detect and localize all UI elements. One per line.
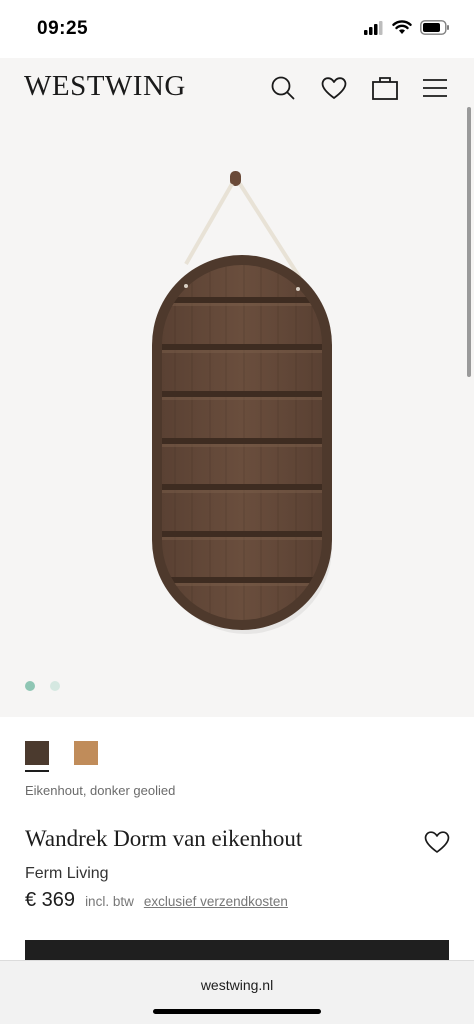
variant-label: Eikenhout, donker geolied <box>25 783 176 798</box>
wishlist-heart-icon[interactable] <box>423 829 451 855</box>
site-header: WESTWING <box>0 58 474 120</box>
gallery-dot-active[interactable] <box>25 681 35 691</box>
vat-note: incl. btw <box>85 894 134 909</box>
price: € 369 <box>25 889 76 911</box>
browser-address-bar[interactable]: westwing.nl <box>0 960 474 1024</box>
price-row: € 369 incl. btw exclusief verzendkosten <box>25 889 288 912</box>
gallery-pagination <box>25 681 60 691</box>
page-scrollbar[interactable] <box>467 107 471 377</box>
wifi-icon <box>392 20 412 34</box>
westwing-logo[interactable]: WESTWING <box>24 70 186 103</box>
gallery-dot[interactable] <box>50 681 60 691</box>
brand-name[interactable]: Ferm Living <box>25 865 109 883</box>
status-time: 09:25 <box>37 18 89 39</box>
selected-swatch-indicator <box>25 770 49 772</box>
heart-icon[interactable] <box>320 74 348 102</box>
bag-icon[interactable] <box>371 74 399 102</box>
product-gallery[interactable] <box>0 120 474 717</box>
menu-icon[interactable] <box>421 74 449 102</box>
product-image <box>152 171 332 634</box>
shipping-link[interactable]: exclusief verzendkosten <box>144 894 288 909</box>
status-bar: 09:25 <box>0 0 474 58</box>
swatch-light-oak[interactable] <box>74 741 98 765</box>
status-icons <box>364 20 450 35</box>
home-indicator <box>153 1009 321 1014</box>
battery-icon <box>420 20 449 35</box>
color-swatches <box>25 741 98 765</box>
swatch-dark-oak[interactable] <box>25 741 49 765</box>
cellular-signal-icon <box>364 20 383 35</box>
url-text[interactable]: westwing.nl <box>0 977 474 993</box>
product-title: Wandrek Dorm van eikenhout <box>25 826 303 851</box>
search-icon[interactable] <box>269 74 297 102</box>
